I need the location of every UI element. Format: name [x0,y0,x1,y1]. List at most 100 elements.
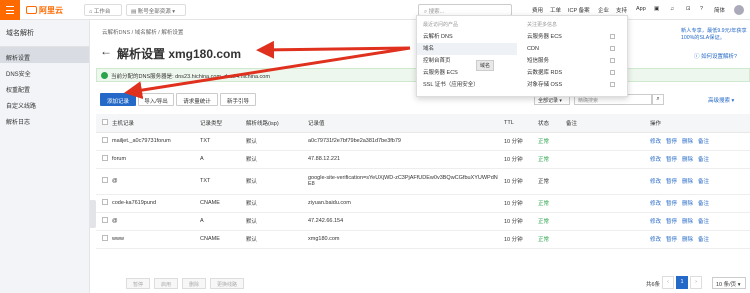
add-record-button[interactable]: 添加记录 [100,93,136,106]
pause-bulk-button[interactable]: 暂停 [126,278,151,289]
edit-link[interactable]: 修改 [650,179,661,185]
recent-item-ecs[interactable]: 云服务器 ECS [417,67,517,79]
terminal-icon[interactable]: ▣ [654,6,659,12]
row-checkbox[interactable] [102,199,108,205]
top-navbar: 阿里云 ⌂ 工作台 ▤ 账号全部资源 ▾ ⌕ 搜索... 费用 工单 ICP 备… [0,0,750,20]
row-checkbox[interactable] [102,177,108,183]
recent-item-console[interactable]: 控制台首页 [417,55,517,67]
remark-link[interactable]: 备注 [698,179,709,185]
nav-tickets[interactable]: 工单 [550,6,561,14]
follow-item-oss[interactable]: 对象存储 OSS [521,79,621,91]
cell-line: 默认 [246,132,308,151]
recent-item-domain[interactable]: 域名 [417,43,517,55]
enable-bulk-button[interactable]: 启用 [154,278,179,289]
follow-item-ecs[interactable]: 云服务器 ECS [521,31,621,43]
delete-link[interactable]: 删除 [682,237,693,243]
workbench-button[interactable]: ⌂ 工作台 [84,4,122,16]
follow-item-rds[interactable]: 云数据库 RDS [521,67,621,79]
avatar[interactable] [734,5,744,15]
change-line-bulk-button[interactable]: 更换线路 [210,278,245,289]
aliyun-logo[interactable]: 阿里云 [26,5,63,16]
cell-type: A [200,212,246,231]
nav-fees[interactable]: 费用 [532,6,543,14]
row-checkbox-cell [96,132,112,151]
advanced-search-link[interactable]: 高级搜索 ▾ [708,96,734,104]
cell-status: 正常 [538,194,566,213]
pause-link[interactable]: 暂停 [666,179,677,185]
pause-link[interactable]: 暂停 [666,139,677,145]
delete-link[interactable]: 删除 [682,179,693,185]
remark-link[interactable]: 备注 [698,157,709,163]
delete-link[interactable]: 删除 [682,219,693,225]
sidebar-item-logs[interactable]: 解析日志 [0,111,89,127]
cell-actions: 修改 暂停 删除 备注 [650,212,750,231]
cell-type: TXT [200,168,246,195]
cell-status: 正常 [538,212,566,231]
search-icon[interactable]: ⌕ [652,94,664,105]
recent-item-ssl[interactable]: SSL 证书（应用安全） [417,79,517,91]
cell-remark [566,150,650,169]
language-switch[interactable]: 简体 [714,6,725,14]
remark-link[interactable]: 备注 [698,201,709,207]
next-page-button[interactable]: › [690,276,702,289]
promo-notice[interactable]: 新人专享，最低9.9元/年获享100%的SLA保证。 [681,27,750,41]
follow-item-sms[interactable]: 短信服务 [521,55,621,67]
page-1-button[interactable]: 1 [676,276,688,289]
sidebar-title: 域名解析 [0,20,89,47]
edit-link[interactable]: 修改 [650,201,661,207]
sidebar-item-dns-settings[interactable]: 解析设置 [0,47,89,63]
breadcrumb-domain-resolve[interactable]: 域名解析 [135,30,157,36]
nav-enterprise[interactable]: 企业 [598,6,609,14]
breadcrumb-settings: 解析设置 [161,30,184,36]
edit-link[interactable]: 修改 [650,219,661,225]
cell-remark [566,230,650,249]
cell-line: 默认 [246,194,308,213]
pause-link[interactable]: 暂停 [666,219,677,225]
nav-icp[interactable]: ICP 备案 [568,6,590,14]
cell-actions: 修改 暂停 删除 备注 [650,168,750,195]
help-link[interactable]: ⓘ 如何设置解析? [694,52,737,60]
pause-link[interactable]: 暂停 [666,237,677,243]
select-all-checkbox[interactable] [102,118,108,125]
edit-link[interactable]: 修改 [650,157,661,163]
follow-column: 关注更多信息 云服务器 ECS CDN 短信服务 云数据库 RDS 对象存储 O… [521,21,621,91]
recent-item-dns[interactable]: 云解析 DNS [417,31,517,43]
nav-support[interactable]: 支持 [616,6,627,14]
nav-app[interactable]: App [636,6,646,12]
remark-link[interactable]: 备注 [698,237,709,243]
delete-link[interactable]: 删除 [682,139,693,145]
cell-line: 默认 [246,230,308,249]
records-table: 主机记录 记录类型 解析线路(isp) 记录值 TTL 状态 备注 操作 mai… [96,114,750,249]
account-switch[interactable]: ▤ 账号全部资源 ▾ [126,4,186,16]
delete-link[interactable]: 删除 [682,157,693,163]
help-icon[interactable]: ? [700,6,703,12]
cart-icon[interactable]: ⊡ [686,6,691,12]
follow-item-cdn[interactable]: CDN [521,43,621,55]
request-stats-button[interactable]: 请求量统计 [176,93,218,106]
delete-link[interactable]: 删除 [682,201,693,207]
remark-link[interactable]: 备注 [698,219,709,225]
sidebar-item-weight[interactable]: 权重配置 [0,79,89,95]
import-export-button[interactable]: 导入/导出 [138,93,174,106]
tooltip: 域名 [476,60,495,71]
row-checkbox[interactable] [102,217,108,223]
menu-icon[interactable] [0,0,20,20]
sidebar-item-custom-line[interactable]: 自定义线路 [0,95,89,111]
remark-link[interactable]: 备注 [698,139,709,145]
prev-page-button[interactable]: ‹ [662,276,674,289]
page-size-select[interactable]: 10 条/页 ▾ [712,277,746,289]
edit-link[interactable]: 修改 [650,237,661,243]
guide-button[interactable]: 新手引导 [220,93,256,106]
pause-link[interactable]: 暂停 [666,201,677,207]
pause-link[interactable]: 暂停 [666,157,677,163]
row-checkbox[interactable] [102,137,108,143]
sidebar-item-dns-security[interactable]: DNS安全 [0,63,89,79]
bell-icon[interactable]: ♫ [670,6,674,12]
col-value: 记录值 [308,114,504,133]
row-checkbox[interactable] [102,155,108,161]
back-arrow-icon[interactable]: ← [100,44,112,58]
delete-bulk-button[interactable]: 删除 [182,278,207,289]
edit-link[interactable]: 修改 [650,139,661,145]
row-checkbox[interactable] [102,235,108,241]
breadcrumb-dns[interactable]: 云解析DNS [102,30,130,36]
